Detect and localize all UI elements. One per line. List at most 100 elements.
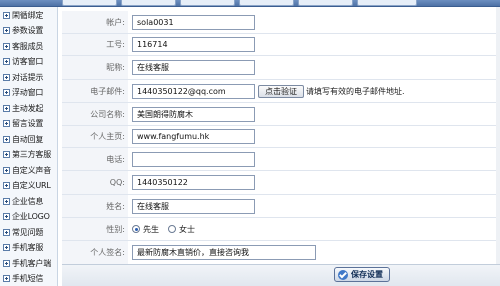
save-settings-label: 保存设置 xyxy=(351,270,383,279)
expand-icon xyxy=(3,104,10,112)
signature-field[interactable]: 最新防腐木直销价，直接咨询我 xyxy=(132,245,316,260)
sidebar-item-third-party[interactable]: 第三方客服 xyxy=(0,147,58,163)
sidebar-item-label: 参数设置 xyxy=(12,26,44,35)
account-field[interactable]: sola0031 xyxy=(132,14,255,30)
sidebar: 閑循绑定 参数设置 客服成员 访客窗口 对话提示 浮动窗口 主动发起 留言设置 … xyxy=(0,7,58,286)
expand-icon xyxy=(3,228,10,236)
expand-icon xyxy=(3,182,10,189)
homepage-field[interactable]: www.fangfumu.hk xyxy=(132,129,255,144)
email-hint: 请填写有效的电子邮件地址. xyxy=(306,86,405,96)
expand-icon xyxy=(3,11,10,19)
expand-icon xyxy=(3,197,10,205)
homepage-label: 个人主页: xyxy=(62,126,128,147)
sidebar-item-mobile-service[interactable]: 手机客服 xyxy=(0,240,58,256)
sidebar-item-company-logo[interactable]: 企业LOGO xyxy=(0,209,58,225)
expand-icon xyxy=(3,166,10,174)
qq-field[interactable]: 1440350122 xyxy=(132,175,255,190)
form-row-name: 姓名: 在线客服 xyxy=(62,195,500,218)
company-field[interactable]: 美国朗得防腐木 xyxy=(132,106,255,122)
expand-icon xyxy=(3,42,10,50)
job-no-label: 工号: xyxy=(62,34,128,55)
sidebar-item-faq[interactable]: 常见问题 xyxy=(0,224,58,240)
email-label: 电子邮件: xyxy=(62,80,128,102)
form-row-job-no: 工号: 116714 xyxy=(62,34,500,56)
expand-icon xyxy=(3,89,10,96)
nickname-label: 昵称: xyxy=(62,56,128,79)
gender-option-female[interactable]: 女士 xyxy=(168,224,195,235)
tab-6[interactable] xyxy=(357,0,417,6)
form-row-company: 公司名称: 美国朗得防腐木 xyxy=(62,103,500,126)
form-row-homepage: 个人主页: www.fangfumu.hk xyxy=(62,126,500,148)
expand-icon xyxy=(3,73,10,81)
sidebar-item-parameters[interactable]: 参数设置 xyxy=(0,23,58,39)
form-row-account: 帐户: sola0031 xyxy=(62,11,500,34)
sidebar-item-mobile-client[interactable]: 手机客户端 xyxy=(0,255,58,271)
verify-email-button[interactable]: 点击验证 xyxy=(258,84,304,98)
form-row-gender: 性别: 先生 女士 xyxy=(62,218,500,241)
tab-5[interactable] xyxy=(298,0,353,6)
sidebar-item-label: 手机客户端 xyxy=(12,258,51,268)
phone-field[interactable] xyxy=(132,151,255,167)
name-label: 姓名: xyxy=(62,195,128,217)
scrollbar[interactable] xyxy=(496,7,500,264)
profile-form: 帐户: sola0031 工号: 116714 昵称: 在线客服 电子邮件: 1… xyxy=(62,7,500,264)
sidebar-item-company-info[interactable]: 企业信息 xyxy=(0,193,58,209)
sidebar-item-label: 主动发起 xyxy=(12,103,44,113)
tab-1[interactable] xyxy=(62,0,117,6)
form-row-nickname: 昵称: 在线客服 xyxy=(62,56,500,80)
email-field[interactable]: 1440350122@qq.com xyxy=(132,83,255,99)
sidebar-item-label: 常见问题 xyxy=(12,227,44,237)
bottom-action-bar: 保存设置 xyxy=(62,264,500,286)
expand-icon xyxy=(3,275,10,282)
sidebar-item-label: 企业信息 xyxy=(12,196,44,206)
gender-label: 性别: xyxy=(62,218,128,240)
expand-icon xyxy=(3,259,10,267)
sidebar-item-auto-reply[interactable]: 自动回复 xyxy=(0,131,58,147)
form-row-email: 电子邮件: 1440350122@qq.com 点击验证 请填写有效的电子邮件地… xyxy=(62,80,500,103)
save-settings-button[interactable]: 保存设置 xyxy=(334,267,390,282)
form-row-phone: 电话: xyxy=(62,148,500,171)
job-no-field[interactable]: 116714 xyxy=(132,37,255,52)
sidebar-item-message-settings[interactable]: 留言设置 xyxy=(0,116,58,132)
sidebar-item-custom-url[interactable]: 自定义URL xyxy=(0,178,58,194)
expand-icon xyxy=(3,27,10,34)
expand-icon xyxy=(3,135,10,143)
sidebar-item-label: 客服成员 xyxy=(12,41,44,51)
tab-2[interactable] xyxy=(121,0,176,6)
sidebar-item-label: 自定义声音 xyxy=(12,165,51,175)
sidebar-item-chat-prompt[interactable]: 对话提示 xyxy=(0,69,58,85)
sidebar-item-floating-window[interactable]: 浮动窗口 xyxy=(0,85,58,101)
form-row-signature: 个人签名: 最新防腐木直销价，直接咨询我 xyxy=(62,241,500,264)
top-tab-strip xyxy=(0,0,500,7)
account-label: 帐户: xyxy=(62,11,128,33)
sidebar-item-staff[interactable]: 客服成员 xyxy=(0,38,58,54)
sidebar-item-label: 留言设置 xyxy=(12,119,44,128)
sidebar-item-binding[interactable]: 閑循绑定 xyxy=(0,7,58,23)
sidebar-item-proactive[interactable]: 主动发起 xyxy=(0,100,58,116)
radio-selected-icon[interactable] xyxy=(132,225,140,233)
sidebar-item-label: 手机客服 xyxy=(12,243,44,252)
sidebar-item-label: 手机短信 xyxy=(12,274,44,283)
gender-option-male-label: 先生 xyxy=(143,224,159,234)
phone-label: 电话: xyxy=(62,148,128,170)
gender-option-male[interactable]: 先生 xyxy=(132,224,159,235)
nickname-field[interactable]: 在线客服 xyxy=(132,60,255,75)
form-row-qq: QQ: 1440350122 xyxy=(62,171,500,195)
sidebar-item-sms[interactable]: 手机短信 xyxy=(0,271,58,286)
qq-label: QQ: xyxy=(62,171,128,194)
checkmark-icon xyxy=(338,269,348,280)
sidebar-item-label: 企业LOGO xyxy=(12,212,50,221)
expand-icon xyxy=(3,244,10,251)
sidebar-item-label: 閑循绑定 xyxy=(12,10,44,20)
radio-unselected-icon[interactable] xyxy=(168,225,176,233)
signature-label: 个人签名: xyxy=(62,241,128,264)
sidebar-item-label: 第三方客服 xyxy=(12,150,51,159)
sidebar-item-custom-sound[interactable]: 自定义声音 xyxy=(0,162,58,178)
expand-icon xyxy=(3,58,10,65)
sidebar-item-label: 访客窗口 xyxy=(12,57,44,66)
sidebar-item-visitor-window[interactable]: 访客窗口 xyxy=(0,54,58,70)
expand-icon xyxy=(3,151,10,158)
tab-4[interactable] xyxy=(239,0,294,6)
tab-3[interactable] xyxy=(180,0,235,6)
name-field[interactable]: 在线客服 xyxy=(132,198,255,214)
